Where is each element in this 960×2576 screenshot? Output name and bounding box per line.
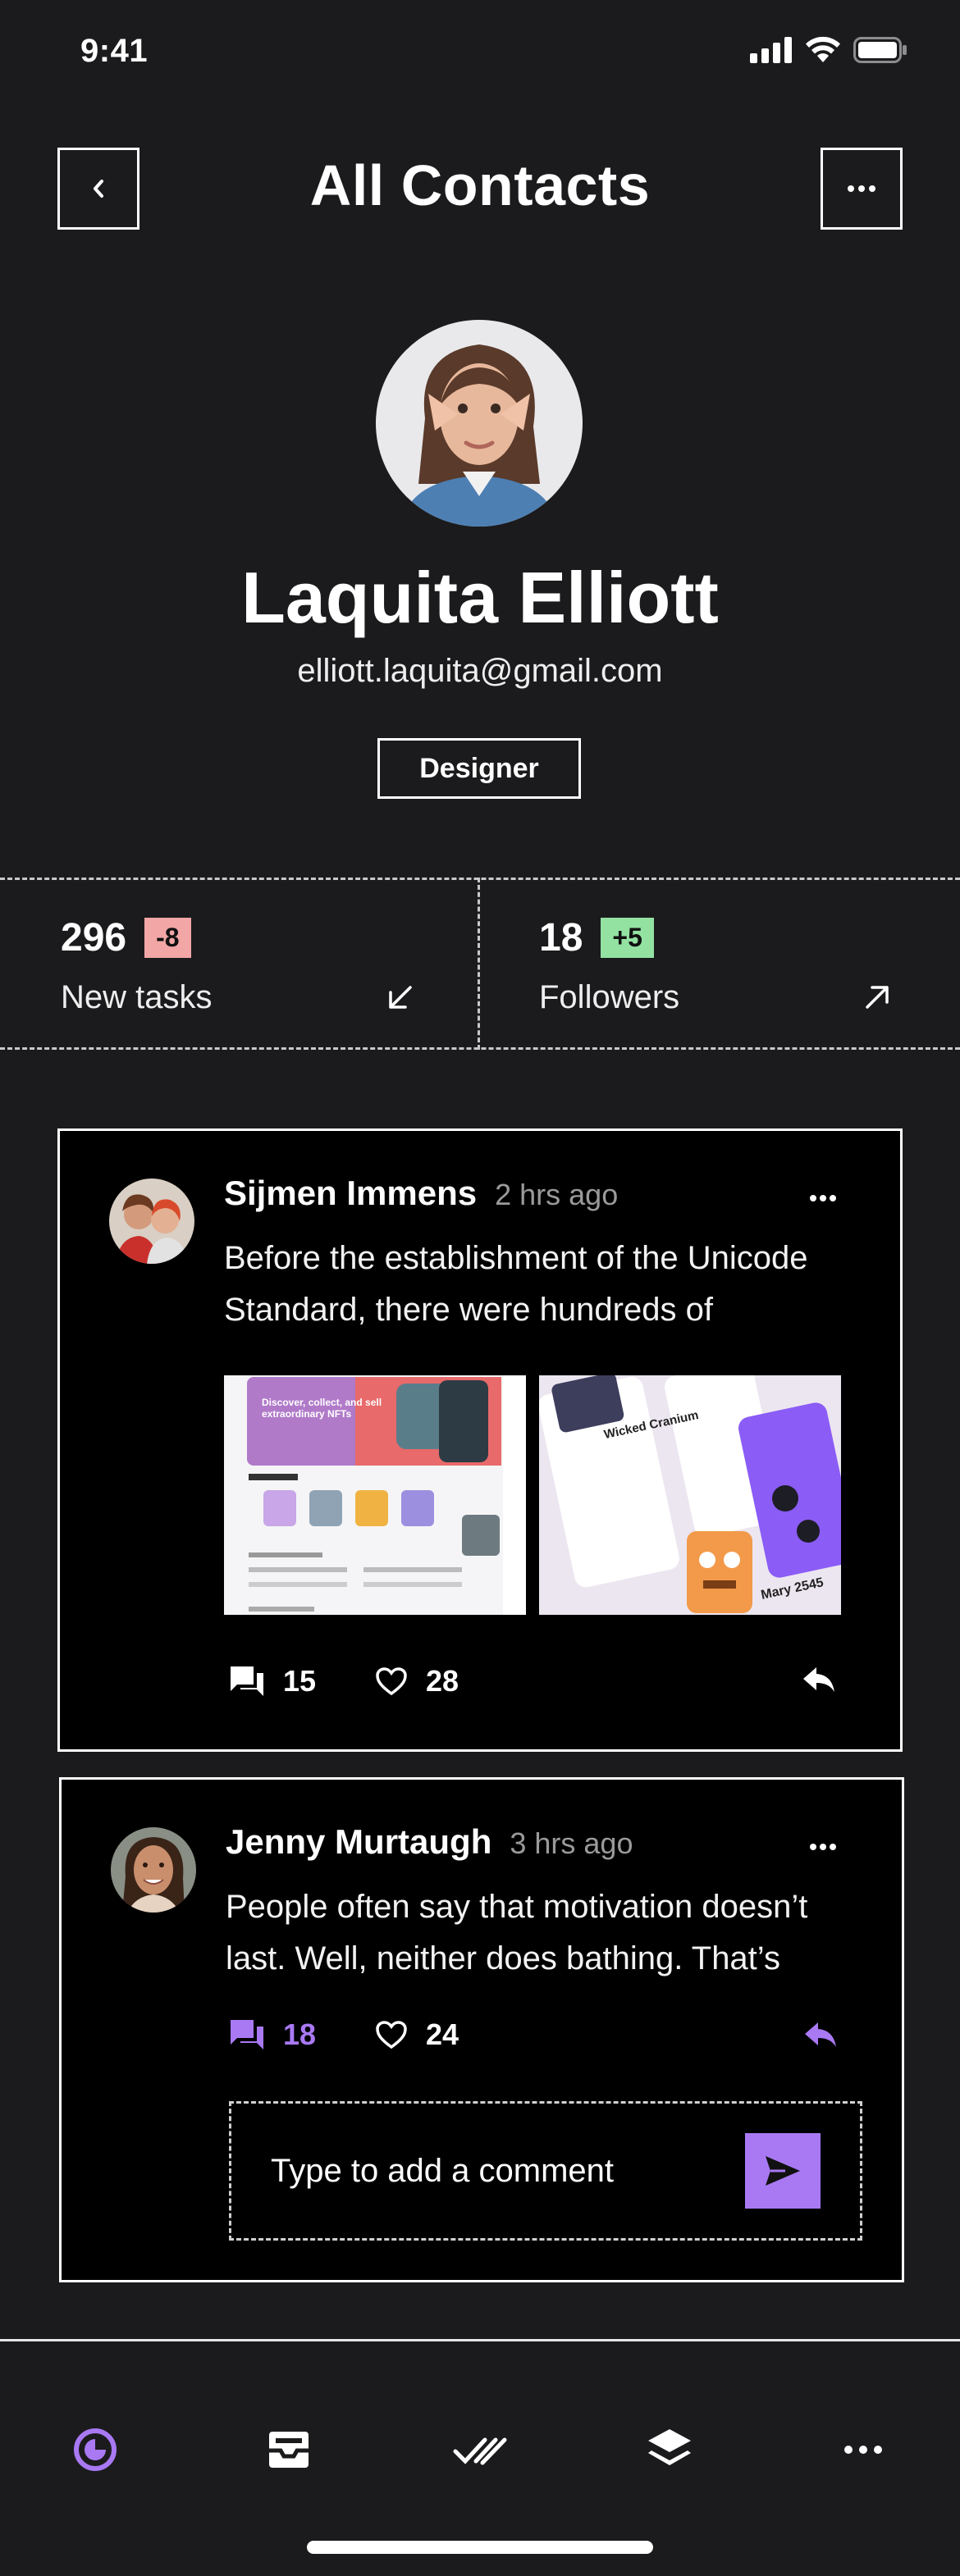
comments-icon	[231, 2020, 263, 2049]
post-more-button[interactable]	[798, 1831, 848, 1863]
post-card: Jenny Murtaugh 3 hrs ago People often sa…	[59, 1777, 904, 2282]
send-button[interactable]	[745, 2133, 821, 2209]
post-more-button[interactable]	[798, 1182, 848, 1215]
reply-button[interactable]	[803, 2019, 838, 2053]
pie-chart-icon	[74, 2428, 117, 2471]
stat-label: New tasks	[61, 979, 213, 1015]
arrow-down-left-icon	[389, 986, 412, 1009]
post-time: 2 hrs ago	[495, 1178, 619, 1211]
profile-name: Laquita Elliott	[241, 557, 719, 638]
like-button[interactable]: 24	[375, 2017, 459, 2052]
comments-count: 15	[283, 1664, 317, 1698]
signal-icon	[750, 37, 792, 63]
stat-followers[interactable]: 18 +5 Followers	[480, 878, 960, 1050]
post-image-thumbnail[interactable]: Discover, collect, and sell extraordinar…	[224, 1375, 526, 1615]
post-card: Sijmen Immens 2 hrs ago Before the estab…	[57, 1128, 903, 1752]
post-author[interactable]: Sijmen Immens	[224, 1174, 477, 1213]
more-horizontal-icon	[810, 1195, 836, 1201]
inbox-icon	[269, 2432, 309, 2468]
double-check-icon	[453, 2433, 507, 2466]
post-author[interactable]: Jenny Murtaugh	[226, 1822, 491, 1862]
wifi-icon	[806, 36, 840, 62]
comments-count: 18	[283, 2017, 317, 2051]
stat-value: 18	[539, 916, 583, 960]
likes-count: 24	[426, 2017, 459, 2051]
home-indicator	[307, 2541, 653, 2554]
status-icons	[750, 36, 907, 64]
comment-input[interactable]	[271, 2152, 714, 2190]
post-text: Before the establishment of the Unicode …	[224, 1240, 808, 1328]
post-avatar[interactable]	[109, 1179, 194, 1264]
reply-button[interactable]	[802, 1664, 836, 1698]
page-title: All Contacts	[309, 153, 651, 217]
stat-delta-badge: +5	[601, 918, 654, 958]
status-time: 9:41	[80, 33, 149, 69]
more-options-button[interactable]	[821, 148, 903, 230]
layers-icon	[648, 2429, 691, 2465]
nav-more[interactable]	[822, 2409, 904, 2491]
nav-dashboard[interactable]	[54, 2409, 136, 2491]
more-horizontal-icon	[844, 2446, 882, 2454]
nav-tasks[interactable]	[439, 2409, 521, 2491]
profile-email: elliott.laquita@gmail.com	[297, 653, 663, 689]
comment-box	[229, 2101, 862, 2241]
post-text: People often say that motivation doesn’t…	[226, 1889, 808, 1976]
post-avatar[interactable]	[111, 1827, 196, 1913]
battery-icon	[853, 37, 907, 63]
heart-icon	[376, 2021, 407, 2049]
post-time: 3 hrs ago	[510, 1826, 633, 1860]
send-icon	[766, 2156, 800, 2186]
more-horizontal-icon	[848, 185, 875, 192]
comments-icon	[231, 1666, 263, 1696]
nav-layers[interactable]	[629, 2409, 711, 2491]
comments-button[interactable]: 15	[229, 1664, 316, 1698]
stat-label: Followers	[539, 979, 680, 1015]
profile-avatar	[376, 320, 583, 527]
nav-inbox[interactable]	[248, 2409, 330, 2491]
like-button[interactable]: 28	[375, 1664, 459, 1698]
more-horizontal-icon	[810, 1844, 836, 1850]
stat-new-tasks[interactable]: 296 -8 New tasks	[0, 878, 478, 1050]
reply-icon	[803, 1667, 834, 1692]
likes-count: 28	[426, 1664, 459, 1698]
heart-icon	[376, 1667, 407, 1696]
reply-icon	[805, 2022, 836, 2047]
post-image-thumbnail[interactable]: Wicked Cranium Mary 2545	[539, 1375, 841, 1615]
comments-button[interactable]: 18	[229, 2017, 316, 2052]
role-tag: Designer	[377, 738, 581, 799]
stat-delta-badge: -8	[144, 918, 191, 958]
stat-value: 296	[61, 916, 127, 960]
arrow-up-right-icon	[866, 986, 889, 1009]
thumbnail-headline: Discover, collect, and sell extraordinar…	[262, 1397, 382, 1420]
